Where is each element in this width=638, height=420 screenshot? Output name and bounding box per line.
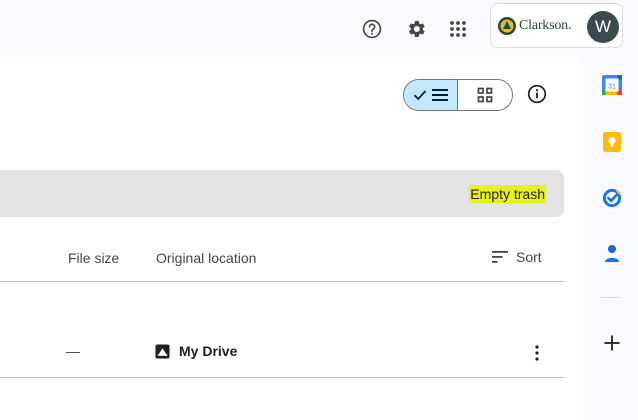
side-panel: 31 bbox=[584, 57, 638, 420]
calendar-icon: 31 bbox=[602, 75, 622, 95]
original-location-label: My Drive bbox=[179, 343, 238, 359]
contacts-icon bbox=[605, 245, 619, 262]
apps-button[interactable] bbox=[442, 13, 474, 45]
top-bar: Clarkson. W bbox=[0, 0, 638, 56]
sort-icon bbox=[492, 251, 508, 263]
org-logo: Clarkson. bbox=[497, 16, 571, 36]
plus-icon bbox=[604, 335, 620, 351]
check-icon bbox=[413, 90, 427, 101]
keep-icon bbox=[603, 132, 621, 152]
main-panel: Empty trash File size Original location … bbox=[0, 57, 584, 420]
org-name: Clarkson. bbox=[519, 18, 572, 33]
tasks-icon bbox=[602, 188, 622, 208]
table-row[interactable]: — My Drive bbox=[0, 330, 564, 378]
file-size-cell: — bbox=[66, 343, 80, 359]
column-file-size[interactable]: File size bbox=[68, 250, 119, 266]
empty-trash-button[interactable]: Empty trash bbox=[469, 185, 546, 203]
keep-app-button[interactable] bbox=[600, 130, 624, 154]
calendar-app-button[interactable]: 31 bbox=[600, 73, 624, 97]
more-vert-icon bbox=[535, 345, 539, 361]
grid-view-button[interactable] bbox=[458, 80, 512, 110]
calendar-day: 31 bbox=[608, 83, 616, 90]
column-original-location[interactable]: Original location bbox=[156, 250, 256, 266]
clarkson-seal-icon bbox=[498, 17, 516, 35]
tasks-app-button[interactable] bbox=[600, 186, 624, 210]
sort-button[interactable]: Sort bbox=[492, 249, 542, 265]
side-panel-divider bbox=[601, 297, 621, 298]
gear-icon bbox=[408, 20, 425, 38]
details-button[interactable] bbox=[526, 83, 548, 105]
my-drive-icon bbox=[155, 343, 170, 359]
view-toggle bbox=[403, 79, 513, 111]
grid-view-icon bbox=[477, 87, 493, 103]
help-button[interactable] bbox=[356, 13, 388, 45]
table-header: File size Original location Sort bbox=[0, 240, 564, 282]
list-view-icon bbox=[432, 89, 448, 101]
apps-grid-icon bbox=[450, 21, 466, 37]
more-actions-button[interactable] bbox=[530, 343, 544, 363]
list-view-button[interactable] bbox=[404, 80, 459, 110]
trash-banner: Empty trash bbox=[0, 170, 564, 217]
account-switcher[interactable]: Clarkson. W bbox=[490, 3, 623, 48]
avatar[interactable]: W bbox=[587, 11, 619, 43]
settings-button[interactable] bbox=[400, 13, 432, 45]
info-icon bbox=[527, 84, 547, 104]
sort-label: Sort bbox=[516, 249, 542, 265]
get-addons-button[interactable] bbox=[600, 331, 624, 355]
original-location-cell[interactable]: My Drive bbox=[155, 343, 237, 359]
help-icon bbox=[362, 19, 382, 39]
contacts-app-button[interactable] bbox=[600, 242, 624, 266]
